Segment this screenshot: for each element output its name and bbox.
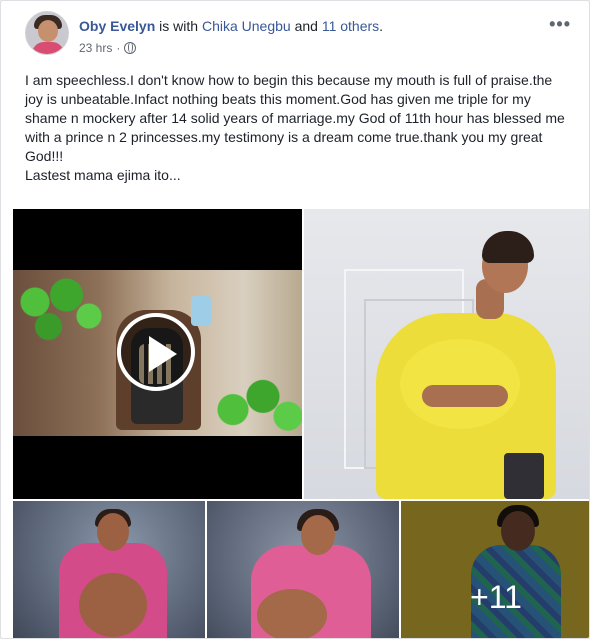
post-card: Oby Evelyn is with Chika Unegbu and 11 o… [0, 0, 590, 639]
more-options-button[interactable]: ••• [549, 15, 571, 33]
video-thumbnail[interactable] [13, 209, 302, 499]
post-text: I am speechless.I don't know how to begi… [25, 72, 565, 183]
avatar[interactable] [25, 11, 69, 55]
meta-separator: · [116, 41, 121, 55]
globe-icon[interactable] [124, 42, 137, 54]
play-icon[interactable] [117, 313, 195, 391]
photo-yellow-dress[interactable] [304, 209, 589, 499]
photo-pink-robe-2[interactable] [207, 501, 399, 638]
author-name[interactable]: Oby Evelyn [79, 18, 155, 34]
with-text: is with [155, 18, 202, 34]
others-link[interactable]: 11 others [322, 18, 379, 34]
photo-pink-robe-1[interactable] [13, 501, 205, 638]
post-meta: 23 hrs · [79, 40, 137, 56]
period-text: . [379, 18, 384, 34]
and-text: and [290, 18, 322, 34]
post-author-line: Oby Evelyn is with Chika Unegbu and 11 o… [79, 17, 383, 35]
tagged-person-link[interactable]: Chika Unegbu [202, 18, 291, 34]
timestamp-link[interactable]: 23 hrs [79, 40, 112, 56]
post-header: Oby Evelyn is with Chika Unegbu and 11 o… [13, 11, 579, 61]
photo-more-overlay[interactable]: +11 [401, 501, 589, 638]
more-photos-count: +11 [470, 579, 522, 615]
